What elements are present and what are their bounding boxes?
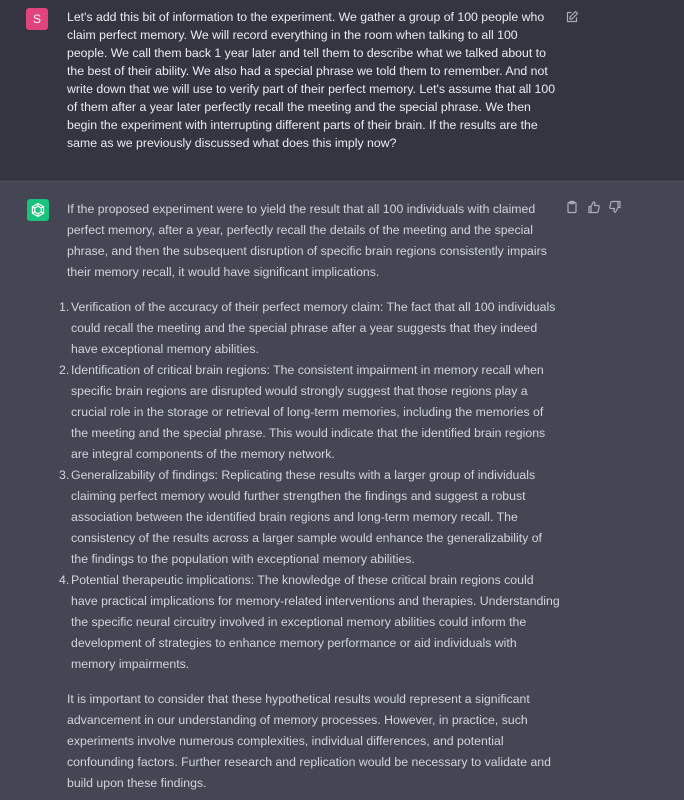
list-item-text: Verification of the accuracy of their pe… <box>71 300 556 356</box>
list-item-number: 3. <box>59 468 70 482</box>
list-item-text: Potential therapeutic implications: The … <box>71 573 560 671</box>
user-message-text: Let's add this bit of information to the… <box>67 10 556 150</box>
response-conclusion: It is important to consider that these h… <box>67 692 551 790</box>
list-item-text: Generalizability of findings: Replicatin… <box>71 468 542 566</box>
list-item: 3. Generalizability of findings: Replica… <box>59 465 562 570</box>
list-item-number: 4. <box>59 573 70 587</box>
list-item: 2. Identification of critical brain regi… <box>59 360 562 465</box>
response-list: 1. Verification of the accuracy of their… <box>59 297 562 675</box>
clipboard-icon[interactable] <box>565 200 579 214</box>
thumbs-down-icon[interactable] <box>608 200 622 214</box>
list-item-text: Identification of critical brain regions… <box>71 363 546 461</box>
list-item-number: 1. <box>59 300 70 314</box>
list-item-number: 2. <box>59 363 70 377</box>
list-item: 4. Potential therapeutic implications: T… <box>59 570 562 675</box>
list-item: 1. Verification of the accuracy of their… <box>59 297 562 360</box>
thumbs-up-icon[interactable] <box>587 200 601 214</box>
user-avatar: S <box>26 8 48 30</box>
edit-icon[interactable] <box>565 10 579 24</box>
assistant-response: If the proposed experiment were to yield… <box>59 199 562 794</box>
openai-logo-icon <box>27 199 49 221</box>
assistant-message: If the proposed experiment were to yield… <box>0 180 684 800</box>
response-intro: If the proposed experiment were to yield… <box>67 202 547 279</box>
user-message: S Let's add this bit of information to t… <box>0 0 684 180</box>
